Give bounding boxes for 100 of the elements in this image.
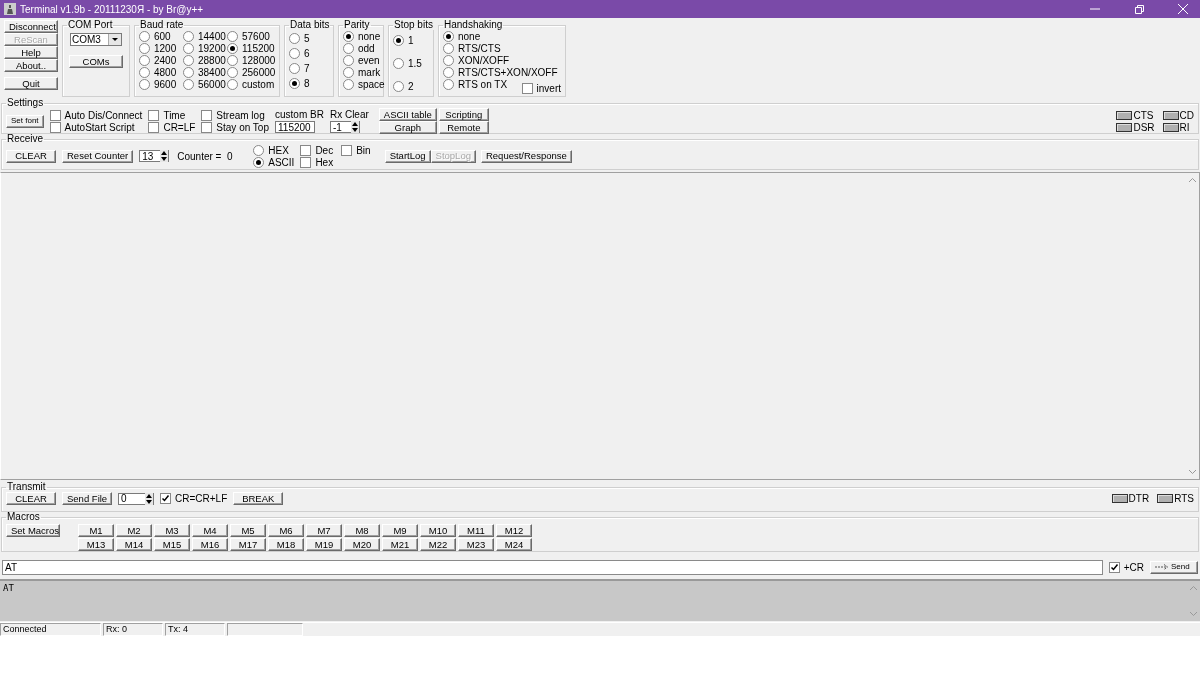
radio-button[interactable]: 57600: [227, 30, 276, 42]
scroll-up-icon[interactable]: [1188, 585, 1198, 591]
macro-button[interactable]: M12: [496, 524, 532, 537]
macro-button[interactable]: M5: [230, 524, 266, 537]
radio-button[interactable]: 19200: [183, 42, 227, 54]
tool-button[interactable]: Graph: [378, 121, 437, 134]
radio-button[interactable]: even: [343, 54, 380, 66]
macro-button[interactable]: M15: [154, 538, 190, 551]
macro-button[interactable]: M16: [192, 538, 228, 551]
radio-button[interactable]: space: [343, 78, 385, 90]
macro-button[interactable]: M3: [154, 524, 190, 537]
checkmark-icon: [161, 494, 170, 503]
radio-button[interactable]: 600: [139, 30, 183, 42]
macro-button[interactable]: M2: [116, 524, 152, 537]
clear-button[interactable]: CLEAR: [6, 492, 56, 505]
arrow-icon: [1155, 564, 1169, 570]
side-button[interactable]: Quit: [4, 77, 58, 90]
macro-button[interactable]: M6: [268, 524, 304, 537]
checkbox[interactable]: +CR: [1108, 561, 1144, 573]
log-button[interactable]: Request/Response: [480, 149, 572, 163]
macro-button[interactable]: M24: [496, 538, 532, 551]
radio-button[interactable]: RTS/CTS+XON/XOFF: [443, 66, 558, 78]
radio-button[interactable]: 1.5: [393, 57, 422, 69]
radio-button[interactable]: HEX: [253, 144, 289, 156]
reset-counter-button[interactable]: Reset Counter: [62, 149, 134, 163]
macro-button[interactable]: M9: [382, 524, 418, 537]
tool-button[interactable]: ASCII table: [378, 108, 437, 121]
macro-button[interactable]: M8: [344, 524, 380, 537]
radio-button[interactable]: mark: [343, 66, 381, 78]
status-indicator: DTR: [1111, 492, 1150, 505]
coms-button[interactable]: COMs: [69, 55, 123, 68]
radio-button[interactable]: ASCII: [253, 156, 295, 168]
spin-field[interactable]: -1: [329, 121, 360, 133]
scroll-down-icon[interactable]: [1188, 611, 1198, 617]
checkbox[interactable]: AutoStart Script: [49, 121, 143, 133]
spin-field[interactable]: 0: [118, 492, 154, 505]
radio-button[interactable]: 14400: [183, 30, 227, 42]
clear-button[interactable]: CLEAR: [6, 149, 56, 163]
macro-button[interactable]: M4: [192, 524, 228, 537]
radio-button[interactable]: 2400: [139, 54, 183, 66]
set-macros-button[interactable]: Set Macros: [6, 524, 60, 537]
restore-icon[interactable]: [1134, 4, 1144, 14]
radio-button[interactable]: 38400: [183, 66, 227, 78]
radio-button[interactable]: 256000: [227, 66, 276, 78]
macro-button[interactable]: M17: [230, 538, 266, 551]
macro-button[interactable]: M22: [420, 538, 456, 551]
set-font-button[interactable]: Set font: [6, 114, 44, 128]
macro-button[interactable]: M1: [78, 524, 114, 537]
checkbox[interactable]: Stay on Top: [201, 121, 269, 133]
macro-button[interactable]: M23: [458, 538, 494, 551]
checkbox[interactable]: Auto Dis/Connect: [49, 109, 143, 121]
radio-button[interactable]: 128000: [227, 54, 276, 66]
close-icon[interactable]: [1178, 4, 1188, 14]
checkbox[interactable]: CR=CR+LF: [160, 492, 228, 505]
radio-button[interactable]: odd: [343, 42, 375, 54]
tool-button[interactable]: Remote: [438, 121, 489, 134]
macro-button[interactable]: M18: [268, 538, 304, 551]
radio-button[interactable]: RTS/CTS: [443, 42, 501, 54]
macro-button[interactable]: M10: [420, 524, 456, 537]
break-button[interactable]: BREAK: [233, 492, 284, 505]
scroll-up-icon[interactable]: [1187, 177, 1197, 183]
macro-button[interactable]: M7: [306, 524, 342, 537]
macro-button[interactable]: M20: [344, 538, 380, 551]
side-button[interactable]: About..: [4, 59, 58, 72]
checkbox[interactable]: Hex: [300, 156, 334, 168]
radio-button[interactable]: none: [343, 30, 381, 42]
com-port-dropdown[interactable]: COM3: [70, 33, 122, 46]
side-button[interactable]: Help: [4, 46, 58, 59]
radio-button[interactable]: 115200: [227, 42, 276, 54]
tool-button[interactable]: Scripting: [438, 108, 489, 121]
macro-button[interactable]: M13: [78, 538, 114, 551]
radio-button[interactable]: custom: [227, 78, 276, 90]
checkbox[interactable]: Bin: [341, 144, 371, 156]
checkbox[interactable]: CR=LF: [148, 121, 196, 133]
radio-button[interactable]: 4800: [139, 66, 183, 78]
side-button[interactable]: Disconnect: [4, 20, 58, 33]
macro-button[interactable]: M11: [458, 524, 494, 537]
macro-button[interactable]: M19: [306, 538, 342, 551]
radio-button[interactable]: RTS on TX: [443, 78, 508, 90]
macro-button[interactable]: M14: [116, 538, 152, 551]
counter-label: Counter = 0: [177, 150, 234, 162]
checkbox[interactable]: Dec: [300, 144, 334, 156]
checkbox[interactable]: Stream log: [201, 109, 269, 121]
custom-baud-field[interactable]: 115200: [275, 121, 315, 133]
radio-button[interactable]: none: [443, 30, 481, 42]
log-button[interactable]: StartLog: [384, 149, 431, 163]
send-button[interactable]: Send: [1150, 560, 1198, 574]
checkbox[interactable]: Time: [148, 109, 196, 121]
send-input-field[interactable]: AT: [2, 559, 1103, 575]
checkbox[interactable]: invert: [521, 82, 561, 94]
scroll-down-icon[interactable]: [1187, 469, 1197, 475]
radio-button[interactable]: 28800: [183, 54, 227, 66]
radio-button[interactable]: 56000: [183, 78, 227, 90]
send-file-button[interactable]: Send File: [62, 492, 112, 505]
group-label: Macros: [6, 512, 41, 522]
macro-button[interactable]: M21: [382, 538, 418, 551]
radio-button[interactable]: 9600: [139, 78, 183, 90]
spin-field[interactable]: 13: [139, 150, 170, 162]
radio-button[interactable]: XON/XOFF: [443, 54, 510, 66]
radio-button[interactable]: 1200: [139, 42, 183, 54]
